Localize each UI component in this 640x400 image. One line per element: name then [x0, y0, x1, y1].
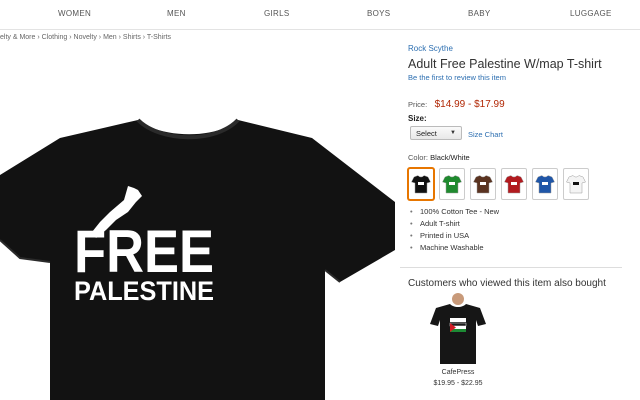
tshirt-illustration: FREE PALESTINE: [0, 118, 395, 400]
top-navigation: WOMEN MEN GIRLS BOYS BABY LUGGAGE: [0, 0, 640, 30]
swatch-tee-icon: [442, 175, 462, 194]
nav-item-boys[interactable]: BOYS: [367, 9, 390, 18]
breadcrumb[interactable]: elty & More › Clothing › Novelty › Men ›…: [0, 34, 171, 41]
price-row: Price: $14.99 - $17.99: [408, 94, 505, 112]
bullet-icon: •: [410, 243, 413, 252]
feature-item: • 100% Cotton Tee - New: [410, 207, 500, 216]
nav-item-luggage[interactable]: LUGGAGE: [570, 9, 612, 18]
shirt-text-palestine: PALESTINE: [74, 276, 214, 306]
price-label: Price:: [408, 100, 428, 109]
swatch-red[interactable]: [501, 168, 527, 200]
also-bought-heading: Customers who viewed this item also boug…: [408, 278, 606, 289]
recommended-item-image[interactable]: [428, 290, 488, 366]
feature-item: • Adult T-shirt: [410, 219, 460, 228]
bullet-icon: •: [410, 207, 413, 216]
product-title: Adult Free Palestine W/map T-shirt: [408, 57, 602, 71]
shirt-text-free: FREE: [74, 218, 214, 285]
color-label: Color:: [408, 153, 429, 162]
recommended-item[interactable]: CafePress $19.95 - $22.95: [428, 290, 488, 400]
swatch-brown[interactable]: [470, 168, 496, 200]
brand-link[interactable]: Rock Scythe: [408, 44, 453, 53]
swatch-tee-icon: [411, 175, 431, 194]
swatch-black[interactable]: [408, 168, 434, 200]
nav-item-baby[interactable]: BABY: [468, 9, 491, 18]
dropdown-arrow-icon: ▼: [450, 130, 456, 136]
feature-item: • Machine Washable: [410, 243, 484, 252]
swatch-green[interactable]: [439, 168, 465, 200]
product-image[interactable]: FREE PALESTINE: [0, 90, 395, 400]
color-swatches: [408, 168, 640, 202]
swatch-tee-icon: [473, 175, 493, 194]
review-link[interactable]: Be the first to review this item: [408, 73, 506, 82]
swatch-tee-icon: [566, 175, 586, 194]
nav-item-women[interactable]: WOMEN: [58, 9, 91, 18]
size-label: Size:: [408, 114, 427, 123]
size-dropdown-value: Select: [416, 129, 437, 138]
swatch-white[interactable]: [563, 168, 589, 200]
size-chart-link[interactable]: Size Chart: [468, 130, 503, 139]
nav-item-girls[interactable]: GIRLS: [264, 9, 290, 18]
size-dropdown[interactable]: Select ▼: [410, 126, 462, 140]
nav-item-men[interactable]: MEN: [167, 9, 186, 18]
swatch-tee-icon: [504, 175, 524, 194]
price-value: $14.99 - $17.99: [434, 99, 505, 110]
color-row: Color: Black/White: [408, 153, 470, 162]
feature-item: • Printed in USA: [410, 231, 470, 240]
bullet-icon: •: [410, 219, 413, 228]
bullet-icon: •: [410, 231, 413, 240]
section-divider: [400, 267, 622, 268]
feature-list: • 100% Cotton Tee - New • Adult T-shirt • P…: [408, 207, 499, 255]
swatch-tee-icon: [535, 175, 555, 194]
recommended-item-price: $19.95 - $22.95: [433, 380, 483, 387]
color-value: Black/White: [430, 153, 470, 162]
recommended-item-brand[interactable]: CafePress: [428, 369, 488, 376]
swatch-blue[interactable]: [532, 168, 558, 200]
